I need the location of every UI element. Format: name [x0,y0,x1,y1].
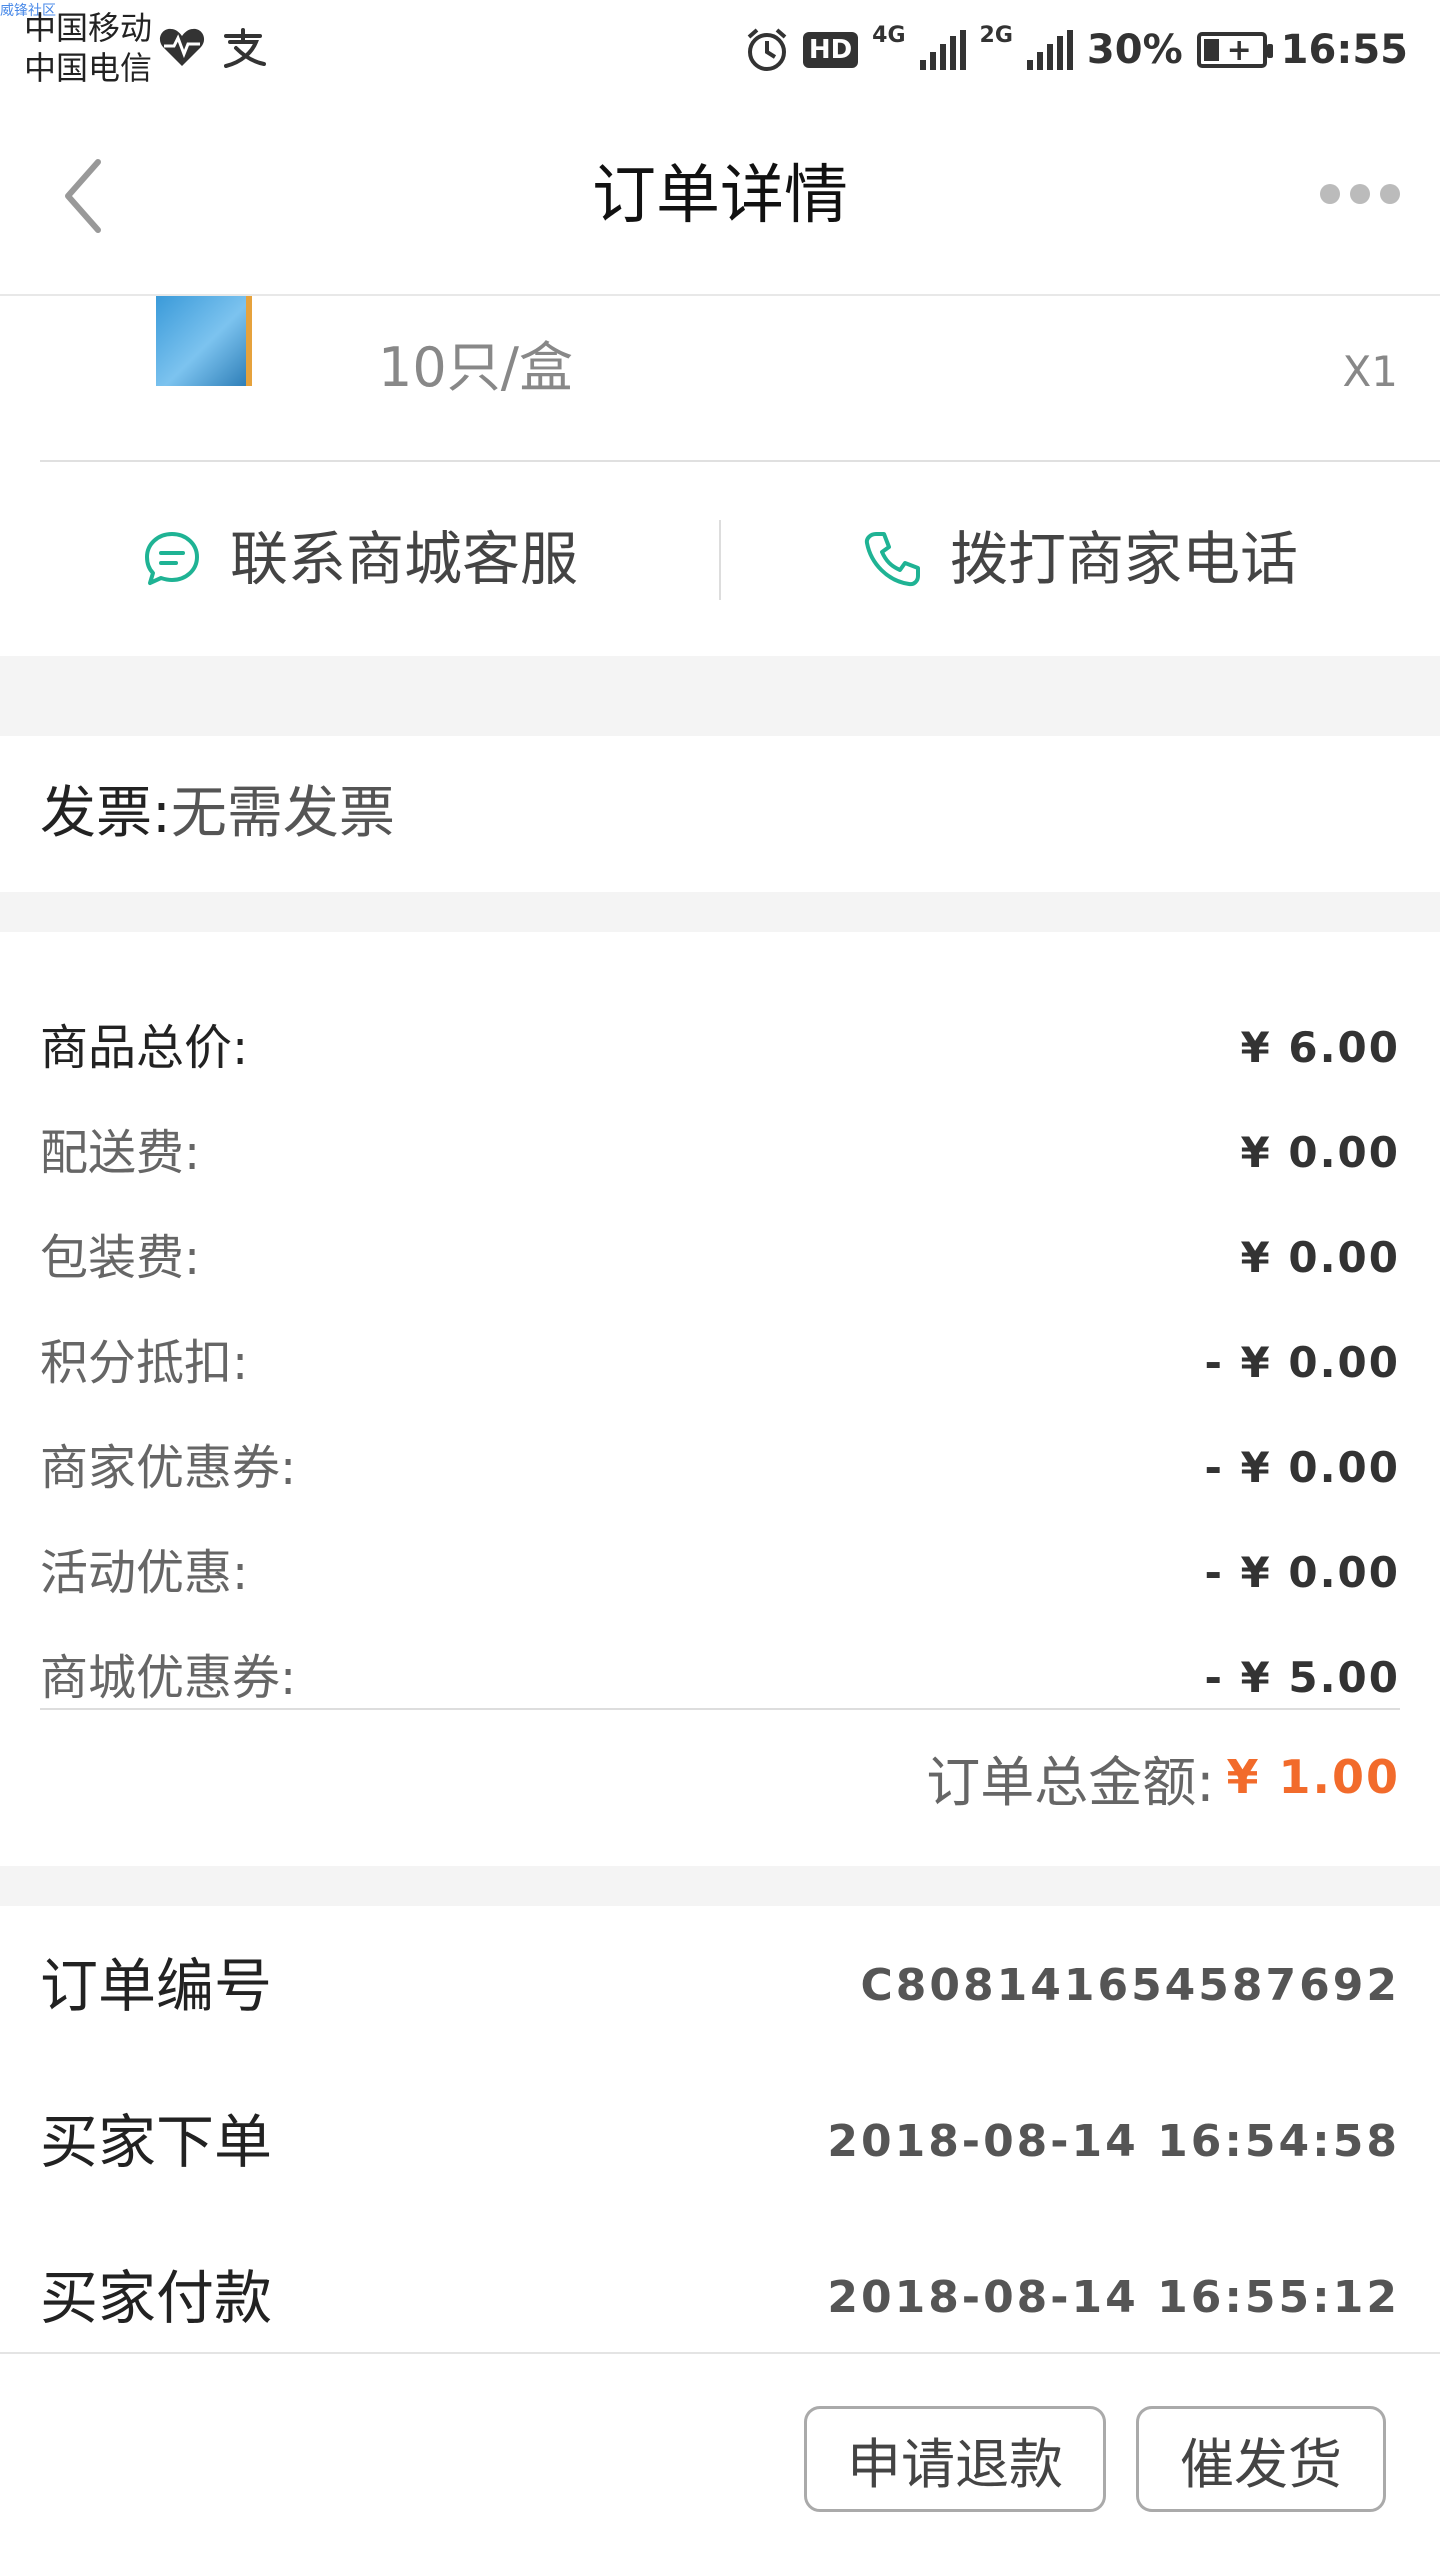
fee-row-points: 积分抵扣: - ¥ 0.00 [40,1327,1400,1399]
fee-row-goods-total: 商品总价: ¥ 6.00 [40,1012,1400,1084]
fee-value: ¥ 0.00 [1240,1128,1400,1177]
fee-row-merchant-coupon: 商家优惠券: - ¥ 0.00 [40,1432,1400,1504]
invoice-value: 无需发票 [170,781,395,846]
product-thumbnail[interactable] [156,296,252,386]
clock: 16:55 [1280,27,1408,73]
contact-row: 联系商城客服 拨打商家电话 [0,462,1440,656]
fee-value: - ¥ 0.00 [1204,1548,1400,1597]
fee-label: 配送费: [40,1125,201,1181]
order-info: 订单编号 C808141654587692 买家下单 2018-08-14 16… [0,1906,1440,2352]
section-gap [0,1866,1440,1906]
order-total-label: 订单总金额: [926,1750,1215,1814]
fee-value: - ¥ 0.00 [1204,1338,1400,1387]
more-dots-icon[interactable] [1320,184,1400,204]
hd-badge: HD [802,32,859,68]
order-total: 订单总金额: ¥ 1.00 [926,1732,1400,1822]
fee-value: ¥ 0.00 [1240,1233,1400,1282]
fee-value: - ¥ 5.00 [1204,1653,1400,1702]
contact-service-button[interactable]: 联系商城客服 [0,462,720,656]
nav-bar: 订单详情 [0,96,1440,296]
contact-service-label: 联系商城客服 [229,525,578,593]
info-label: 买家下单 [40,2108,273,2176]
info-label: 买家付款 [40,2264,273,2332]
fee-list: 商品总价: ¥ 6.00 配送费: ¥ 0.00 包装费: ¥ 0.00 积分抵… [0,932,1440,1866]
info-value: 2018-08-14 16:54:58 [827,2116,1400,2167]
battery-charging-icon: + [1196,32,1273,68]
invoice-label: 发票: [40,781,171,846]
chat-bubble-icon [144,532,199,585]
product-row[interactable]: 10只/盒 X1 [0,296,1440,460]
fee-value: - ¥ 0.00 [1204,1443,1400,1492]
section-gap [0,892,1440,932]
product-spec: 10只/盒 [378,336,573,399]
fee-value: ¥ 6.00 [1240,1023,1400,1072]
section-gap [0,656,1440,736]
page-title: 订单详情 [592,159,848,233]
order-number-row: 订单编号 C808141654587692 [40,1946,1400,2026]
net-type-1: 4G [872,23,906,48]
carrier-info: 中国移动 中国电信 [24,8,152,88]
info-value: C808141654587692 [860,1960,1400,2011]
fee-label: 活动优惠: [40,1545,249,1601]
fee-row-mall-coupon: 商城优惠券: - ¥ 5.00 [40,1642,1400,1714]
alipay-icon [224,28,266,68]
product-quantity: X1 [1342,347,1399,396]
heart-pulse-icon [159,28,205,66]
divider [40,1708,1400,1710]
fee-row-delivery: 配送费: ¥ 0.00 [40,1117,1400,1189]
carrier-2: 中国电信 [24,49,153,87]
fee-row-promotion: 活动优惠: - ¥ 0.00 [40,1537,1400,1609]
request-refund-button[interactable]: 申请退款 [804,2406,1106,2512]
order-placed-row: 买家下单 2018-08-14 16:54:58 [40,2102,1400,2182]
net-type-2: 2G [979,23,1013,48]
info-value: 2018-08-14 16:55:12 [827,2272,1400,2323]
signal-icon [919,30,966,70]
fee-label: 商品总价: [40,1020,249,1076]
order-paid-row: 买家付款 2018-08-14 16:55:12 [40,2258,1400,2338]
urge-shipping-button[interactable]: 催发货 [1136,2406,1386,2512]
call-merchant-label: 拨打商家电话 [949,525,1298,593]
invoice-row: 发票:无需发票 [0,736,1440,892]
fee-label: 积分抵扣: [40,1335,249,1391]
signal-icon-2 [1026,30,1073,70]
fee-label: 包装费: [40,1230,201,1286]
call-merchant-button[interactable]: 拨打商家电话 [720,462,1440,656]
battery-percent: 30% [1086,27,1183,73]
fee-label: 商城优惠券: [40,1650,297,1706]
info-label: 订单编号 [40,1952,273,2020]
phone-icon [864,532,920,587]
alarm-icon [747,28,787,71]
invoice-info: 发票:无需发票 [40,780,395,848]
order-total-value: ¥ 1.00 [1226,1750,1400,1804]
status-right: HD 4G 2G 30% + 16:55 [745,22,1408,78]
fee-row-packaging: 包装费: ¥ 0.00 [40,1222,1400,1294]
bottom-action-bar: 申请退款 催发货 [0,2352,1440,2560]
status-bar: 威锋社区 中国移动 中国电信 HD 4G 2G 30% + 16:55 [0,0,1440,96]
fee-label: 商家优惠券: [40,1440,297,1496]
carrier-1: 中国移动 [24,9,153,47]
